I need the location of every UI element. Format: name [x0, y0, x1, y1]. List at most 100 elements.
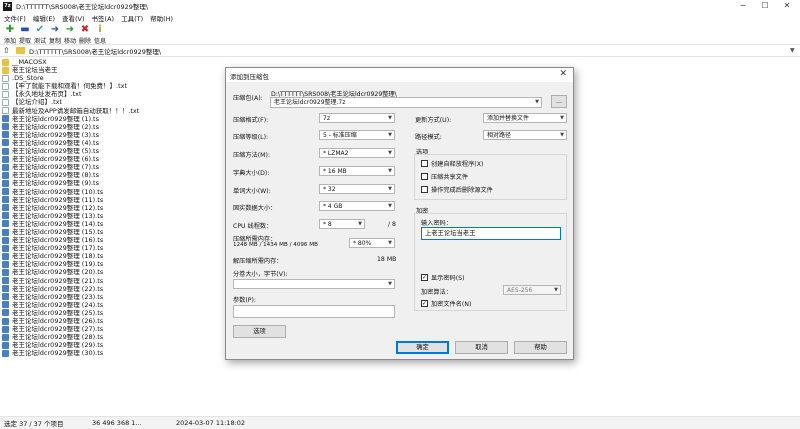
- file-name: 老王论坛ldcr0929整理 (1).ts: [12, 114, 99, 123]
- status-selected: 选定 37 / 37 个项目: [4, 420, 64, 428]
- toolbar-button-4[interactable]: ➜ 移动: [62, 24, 78, 45]
- video-file-icon: [2, 285, 9, 293]
- format-select[interactable]: 7z ▼: [319, 113, 395, 123]
- video-file-icon: [2, 196, 9, 204]
- menu-tools[interactable]: 工具(T): [121, 13, 143, 23]
- file-name: 老王论坛ldcr0929整理 (15).ts: [12, 227, 104, 236]
- toolbar-button-3[interactable]: ➜ 复制: [47, 24, 63, 45]
- file-name: 老王论坛ldcr0929整理 (21).ts: [12, 276, 104, 285]
- path-mode-value: 相对路径: [487, 132, 512, 139]
- file-name: 老王论坛ldcr0929整理 (27).ts: [12, 325, 104, 334]
- delete-icon: ✖: [80, 24, 90, 35]
- video-file-icon: [2, 260, 9, 268]
- video-file-icon: [2, 325, 9, 333]
- params-field[interactable]: [233, 305, 395, 318]
- file-row[interactable]: __MACOSX: [0, 58, 800, 66]
- mem-detail: 1248 MB / 1434 MB / 4096 MB: [233, 242, 318, 248]
- mem-select[interactable]: * 80% ▼: [349, 238, 395, 248]
- menu-file[interactable]: 文件(F): [4, 13, 26, 23]
- toolbar-button-1[interactable]: ▬ 提取: [17, 24, 33, 45]
- threads-select[interactable]: * 8 ▼: [319, 219, 365, 229]
- sfx-checkbox[interactable]: 创建自释放程序(X): [421, 159, 483, 168]
- toolbar-button-5[interactable]: ✖ 删除: [77, 24, 93, 45]
- file-name: 老王论坛ldcr0929整理 (6).ts: [12, 155, 99, 164]
- shared-checkbox[interactable]: 压缩共享文件: [421, 172, 468, 181]
- chevron-down-icon: ▼: [388, 132, 392, 138]
- dialog-close-icon[interactable]: ✕: [559, 69, 567, 79]
- video-file-icon: [2, 252, 9, 260]
- browse-button[interactable]: ...: [551, 95, 567, 108]
- status-modified: 2024-03-07 11:18:02: [176, 419, 246, 427]
- delete-source-checkbox[interactable]: 操作完成后删除源文件: [421, 185, 493, 194]
- minimize-icon[interactable]: ─: [732, 0, 754, 12]
- video-file-icon: [2, 349, 9, 357]
- chevron-down-icon[interactable]: ▼: [790, 47, 800, 54]
- update-select[interactable]: 添加并替换文件 ▼: [483, 113, 567, 123]
- text-file-icon: [2, 99, 9, 107]
- update-label: 更新方式(U):: [415, 117, 452, 124]
- copy-arrow-icon: ➜: [50, 24, 60, 35]
- file-name: 老王论坛ldcr0929整理 (10).ts: [12, 187, 104, 196]
- path-mode-select[interactable]: 相对路径 ▼: [483, 130, 567, 140]
- method-value: * LZMA2: [323, 150, 349, 157]
- password-input[interactable]: 上老王论坛当老王: [421, 227, 561, 240]
- level-label: 压缩等级(L):: [233, 134, 269, 141]
- sfx-checkbox-box: [421, 160, 428, 167]
- delete-source-checkbox-box: [421, 186, 428, 193]
- delete-source-checkbox-label: 操作完成后删除源文件: [431, 187, 493, 194]
- maximize-icon[interactable]: ☐: [754, 0, 776, 12]
- video-file-icon: [2, 333, 9, 341]
- method-select[interactable]: * LZMA2 ▼: [319, 148, 395, 158]
- chevron-down-icon: ▼: [388, 186, 392, 192]
- toolbar-button-2[interactable]: ✔ 测试: [32, 24, 48, 45]
- toolbar-label: 信息: [93, 38, 106, 45]
- text-file-icon: [2, 107, 9, 115]
- update-value: 添加并替换文件: [487, 115, 530, 122]
- menu-bookmarks[interactable]: 书签(A): [92, 13, 115, 23]
- threads-label: CPU 线程数：: [233, 223, 273, 230]
- solid-select[interactable]: * 4 GB ▼: [319, 201, 395, 211]
- up-folder-icon[interactable]: ⇧: [3, 46, 13, 55]
- menu-edit[interactable]: 编辑(E): [33, 13, 55, 23]
- video-file-icon: [2, 341, 9, 349]
- file-name: 老王论坛ldcr0929整理 (12).ts: [12, 203, 104, 212]
- show-password-checkbox[interactable]: ✓ 显示密码(S): [421, 273, 465, 282]
- video-file-icon: [2, 171, 9, 179]
- chevron-down-icon: ▼: [388, 240, 392, 246]
- file-name: 老王论坛ldcr0929整理 (14).ts: [12, 219, 104, 228]
- archive-name-field[interactable]: 老王论坛ldcr0929整理.7z ▼: [270, 97, 542, 108]
- menu-help[interactable]: 帮助(H): [150, 13, 173, 23]
- enc-method-select[interactable]: AES-256 ▼: [503, 285, 561, 295]
- status-bar: 选定 37 / 37 个项目 36 496 368 1... 2024-03-0…: [0, 416, 800, 429]
- file-name: 老王论坛ldcr0929整理 (24).ts: [12, 300, 104, 309]
- dict-select[interactable]: * 16 MB ▼: [319, 166, 395, 176]
- cancel-button[interactable]: 取消: [455, 341, 508, 354]
- video-file-icon: [2, 309, 9, 317]
- level-select[interactable]: 5 - 标准压缩 ▼: [319, 130, 395, 140]
- menu-view[interactable]: 查看(V): [62, 13, 85, 23]
- toolbar-button-6[interactable]: i 信息: [92, 24, 108, 45]
- split-select[interactable]: ▼: [233, 279, 395, 289]
- file-name: 老王论坛ldcr0929整理 (22).ts: [12, 284, 104, 293]
- sfx-checkbox-label: 创建自释放程序(X): [431, 161, 484, 168]
- encrypt-names-checkbox[interactable]: ✓ 加密文件名(N): [421, 299, 471, 308]
- toolbar-button-0[interactable]: ✚ 添加: [2, 24, 18, 45]
- file-name: 老王论坛ldcr0929整理 (26).ts: [12, 317, 104, 325]
- status-size: 36 496 368 1...: [92, 419, 142, 427]
- threads-value: * 8: [323, 221, 332, 228]
- folder-icon: [2, 66, 9, 74]
- video-file-icon: [2, 115, 9, 123]
- dict-value: * 16 MB: [323, 168, 347, 175]
- options-button[interactable]: 选项: [233, 325, 286, 338]
- close-icon[interactable]: ✕: [776, 0, 798, 12]
- file-name: 老王论坛ldcr0929整理 (25).ts: [12, 308, 104, 317]
- video-file-icon: [2, 204, 9, 212]
- threads-total: / 8: [388, 221, 396, 228]
- params-label: 参数(P):: [233, 297, 257, 304]
- ok-button[interactable]: 确定: [396, 341, 449, 354]
- address-path[interactable]: D:\TTTTTT\SRS008\老王论坛ldcr0929整理\: [29, 46, 790, 56]
- help-button[interactable]: 帮助: [514, 341, 567, 354]
- plus-icon: ✚: [5, 24, 15, 35]
- chevron-down-icon: ▼: [388, 281, 392, 287]
- word-select[interactable]: * 32 ▼: [319, 184, 395, 194]
